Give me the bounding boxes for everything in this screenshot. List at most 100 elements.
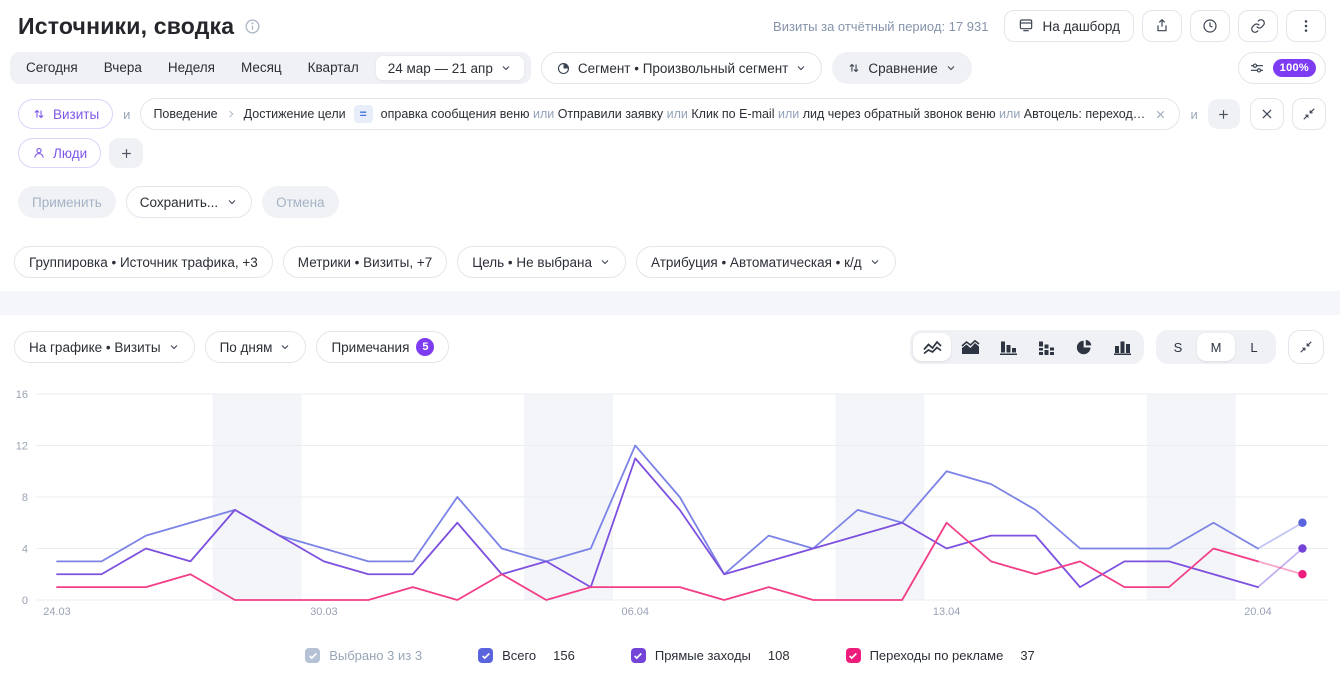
- header: Источники, сводка Визиты за отчётный пер…: [0, 0, 1340, 42]
- apply-button[interactable]: Применить: [18, 186, 116, 218]
- link-icon: [1250, 18, 1266, 34]
- preset-tab-1[interactable]: Вчера: [91, 52, 155, 84]
- report-chip-label: Группировка • Источник трафика, +3: [29, 255, 258, 270]
- and-connector: и: [1190, 107, 1197, 122]
- condition-operator: =: [354, 105, 373, 123]
- metric-arrows-icon: [32, 107, 46, 121]
- export-button[interactable]: [1142, 10, 1182, 42]
- notes-label: Примечания: [331, 340, 409, 355]
- condition-values: оправка сообщения веню или Отправили зая…: [381, 107, 1147, 121]
- chart-metric-selector[interactable]: На графике • Визиты: [14, 331, 195, 363]
- legend-item-1[interactable]: Прямые заходы108: [631, 648, 790, 663]
- chart-legend: Выбрано 3 из 3 Всего156 Прямые заходы108 Пе…: [0, 648, 1340, 663]
- or-connector: или: [996, 107, 1024, 121]
- chart-size-m-button[interactable]: M: [1197, 333, 1235, 361]
- visits-period-label: Визиты за отчётный период: 17 931: [773, 19, 988, 34]
- clear-filters-button[interactable]: [1250, 98, 1284, 130]
- report-chip-0[interactable]: Группировка • Источник трафика, +3: [14, 246, 273, 278]
- date-preset-tabs: СегодняВчераНеделяМесяцКвартал 24 мар — …: [10, 52, 531, 84]
- x-tick-label: 13.04: [933, 606, 961, 618]
- preset-tab-4[interactable]: Квартал: [295, 52, 372, 84]
- save-button[interactable]: Сохранить...: [126, 186, 252, 218]
- chevron-down-icon: [168, 341, 180, 353]
- series-endpoint-0[interactable]: [1298, 519, 1306, 527]
- report-chip-2[interactable]: Цель • Не выбрана: [457, 246, 626, 278]
- chevron-down-icon: [226, 196, 238, 208]
- chart-type-bar-button[interactable]: [989, 333, 1027, 361]
- pie-chart-icon: [1076, 339, 1093, 356]
- condition-value: лид через обратный звонок веню: [803, 107, 996, 121]
- series-endpoint-2[interactable]: [1298, 570, 1306, 578]
- to-dashboard-label: На дашборд: [1042, 19, 1120, 34]
- chart-size-s-button[interactable]: S: [1159, 333, 1197, 361]
- legend-checkbox[interactable]: [305, 648, 320, 663]
- collapse-chart-button[interactable]: [1288, 330, 1324, 364]
- segment-selector[interactable]: Сегмент • Произвольный сегмент: [541, 52, 823, 84]
- legend-checkbox[interactable]: [478, 648, 493, 663]
- line-chart-icon: [923, 340, 942, 355]
- condition-dimension: Поведение: [153, 107, 217, 121]
- area-chart-icon: [961, 340, 980, 355]
- x-tick-label: 20.04: [1244, 606, 1272, 618]
- visits-filter-chip[interactable]: Визиты: [18, 99, 113, 129]
- collapse-filters-button[interactable]: [1292, 98, 1326, 130]
- section-divider: [0, 291, 1340, 315]
- chart-type-line-button[interactable]: [913, 333, 951, 361]
- history-button[interactable]: [1190, 10, 1230, 42]
- x-tick-label: 30.03: [310, 606, 338, 618]
- clear-condition-icon[interactable]: [1154, 108, 1167, 121]
- report-chip-3[interactable]: Атрибуция • Автоматическая • к/д: [636, 246, 896, 278]
- chart-controls: На графике • Визиты По дням Примечания 5: [0, 315, 1340, 364]
- chart-metric-label: На графике • Визиты: [29, 340, 161, 355]
- chevron-down-icon: [945, 62, 957, 74]
- chart-type-stacked-bar-button[interactable]: [1027, 333, 1065, 361]
- legend-item-2[interactable]: Переходы по рекламе37: [846, 648, 1035, 663]
- dashboard-icon: [1018, 17, 1034, 36]
- legend-checkbox[interactable]: [846, 648, 861, 663]
- date-range-picker[interactable]: 24 мар — 21 апр: [375, 55, 525, 81]
- sliders-icon: [1249, 60, 1265, 76]
- series-line-faded-0: [1258, 523, 1302, 549]
- condition-value: Автоцель: переход в мессенджер: [1024, 107, 1147, 121]
- bar-chart-icon: [999, 340, 1018, 355]
- collapse-icon: [1302, 107, 1316, 121]
- cancel-button[interactable]: Отмена: [262, 186, 338, 218]
- y-tick-label: 8: [22, 492, 28, 504]
- visits-line-chart[interactable]: 048121624.0330.0306.0413.0420.04: [0, 382, 1340, 632]
- or-connector: или: [663, 107, 691, 121]
- chart-type-area-button[interactable]: [951, 333, 989, 361]
- copy-link-button[interactable]: [1238, 10, 1278, 42]
- more-actions-button[interactable]: [1286, 10, 1326, 42]
- comparison-selector[interactable]: Сравнение: [832, 52, 971, 84]
- preset-tab-2[interactable]: Неделя: [155, 52, 228, 84]
- legend-item-value: 156: [553, 648, 575, 663]
- sampling-control[interactable]: 100%: [1238, 52, 1326, 84]
- people-chip-label: Люди: [53, 146, 87, 161]
- chart-interval-selector[interactable]: По дням: [205, 331, 307, 363]
- legend-checkbox[interactable]: [631, 648, 646, 663]
- report-chip-1[interactable]: Метрики • Визиты, +7: [283, 246, 447, 278]
- series-endpoint-1[interactable]: [1298, 544, 1306, 552]
- add-people-condition-button[interactable]: [109, 138, 143, 168]
- legend-select-all[interactable]: Выбрано 3 из 3: [305, 648, 422, 663]
- to-dashboard-button[interactable]: На дашборд: [1004, 10, 1134, 42]
- legend-item-label: Прямые заходы: [655, 648, 751, 663]
- goal-condition-pill[interactable]: Поведение Достижение цели = оправка сооб…: [140, 98, 1180, 130]
- preset-tab-0[interactable]: Сегодня: [13, 52, 91, 84]
- chart-type-column-button[interactable]: [1103, 333, 1141, 361]
- close-icon: [1260, 107, 1274, 121]
- preset-tab-3[interactable]: Месяц: [228, 52, 295, 84]
- filter-row-visits: Визиты и Поведение Достижение цели = опр…: [0, 84, 1340, 130]
- chevron-down-icon: [869, 256, 881, 268]
- chart-size-l-button[interactable]: L: [1235, 333, 1273, 361]
- and-connector: и: [123, 107, 130, 122]
- add-condition-button[interactable]: [1208, 99, 1240, 129]
- legend-item-0[interactable]: Всего156: [478, 648, 575, 663]
- chart-type-pie-button[interactable]: [1065, 333, 1103, 361]
- report-chip-label: Атрибуция • Автоматическая • к/д: [651, 255, 862, 270]
- header-actions: Визиты за отчётный период: 17 931 На даш…: [773, 10, 1326, 42]
- notes-toggle[interactable]: Примечания 5: [316, 331, 449, 363]
- people-filter-chip[interactable]: Люди: [18, 138, 101, 168]
- filter-row-people: Люди: [0, 130, 1340, 168]
- info-icon[interactable]: [244, 18, 261, 35]
